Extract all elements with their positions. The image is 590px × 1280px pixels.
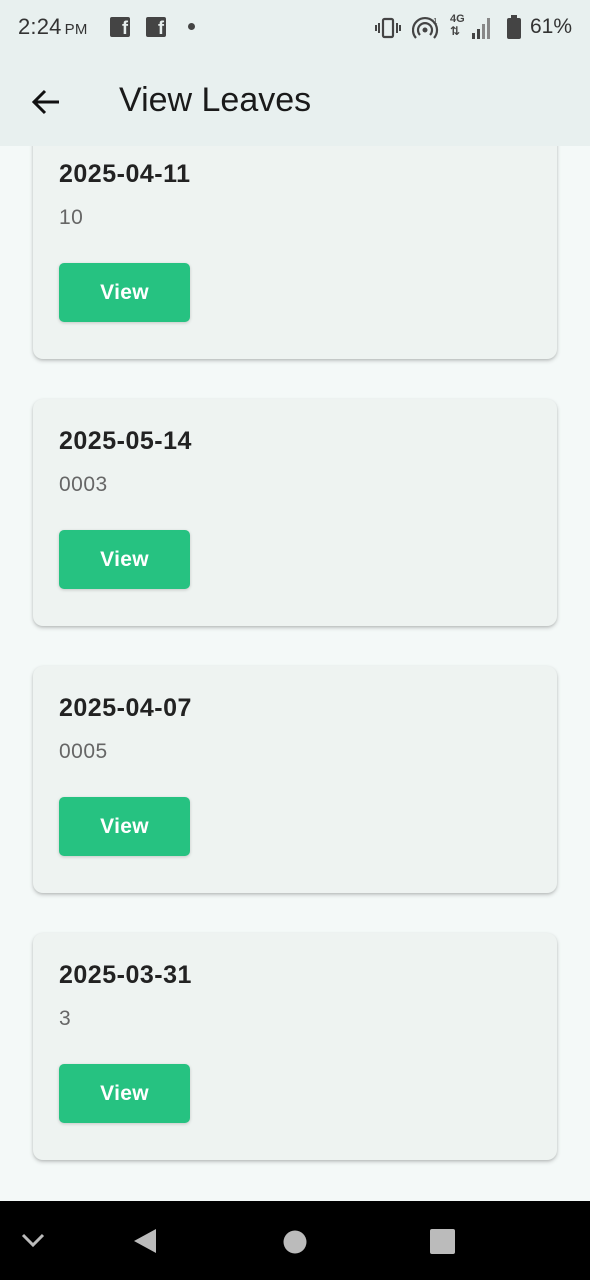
hotspot-icon: 1: [412, 16, 439, 39]
network-type: 4G ⇅: [450, 13, 465, 38]
back-triangle-icon[interactable]: [132, 1227, 158, 1255]
status-time-ampm: PM: [64, 21, 88, 38]
vibrate-icon: [375, 17, 401, 39]
view-button[interactable]: View: [59, 1064, 190, 1123]
back-button[interactable]: [22, 78, 70, 126]
leaves-list-scroll[interactable]: 2025-04-11 10 View 2025-05-14 0003 View …: [0, 146, 590, 1201]
leaves-list: 2025-04-11 10 View 2025-05-14 0003 View …: [33, 146, 557, 1200]
status-bar: 2:24PM 1 4G ⇅ 61%: [0, 0, 590, 58]
chevron-down-icon[interactable]: [20, 1231, 46, 1249]
battery-percentage: 61%: [529, 15, 572, 38]
leave-date: 2025-03-31: [59, 961, 192, 989]
battery-icon: [507, 15, 521, 39]
leave-card: 2025-04-11 10 View: [33, 146, 557, 359]
status-time-value: 2:24: [18, 14, 62, 39]
leave-value: 0003: [59, 473, 108, 496]
view-button[interactable]: View: [59, 263, 190, 322]
leave-date: 2025-04-07: [59, 694, 192, 722]
leave-value: 3: [59, 1007, 72, 1030]
notification-dot-icon: [188, 23, 195, 30]
leave-value: 10: [59, 206, 84, 229]
signal-icon: [472, 18, 490, 39]
recents-square-icon[interactable]: [429, 1228, 456, 1255]
leave-date: 2025-05-14: [59, 427, 192, 455]
status-time: 2:24 PM: [18, 14, 88, 40]
app-bar: View Leaves: [0, 58, 590, 146]
facebook-icon: [146, 17, 166, 39]
system-nav-bar: [0, 1201, 590, 1280]
view-button[interactable]: View: [59, 797, 190, 856]
view-button[interactable]: View: [59, 530, 190, 589]
arrow-back-icon: [31, 89, 59, 115]
page-title: View Leaves: [119, 81, 312, 119]
leave-value: 0005: [59, 740, 108, 763]
leave-date: 2025-04-11: [59, 160, 191, 188]
leave-card: 2025-03-31 3 View: [33, 933, 557, 1160]
facebook-icon: [110, 17, 130, 39]
leave-card: 2025-04-07 0005 View: [33, 666, 557, 893]
svg-text:1: 1: [433, 17, 438, 26]
leave-card: 2025-05-14 0003 View: [33, 399, 557, 626]
home-circle-icon[interactable]: [282, 1229, 308, 1255]
